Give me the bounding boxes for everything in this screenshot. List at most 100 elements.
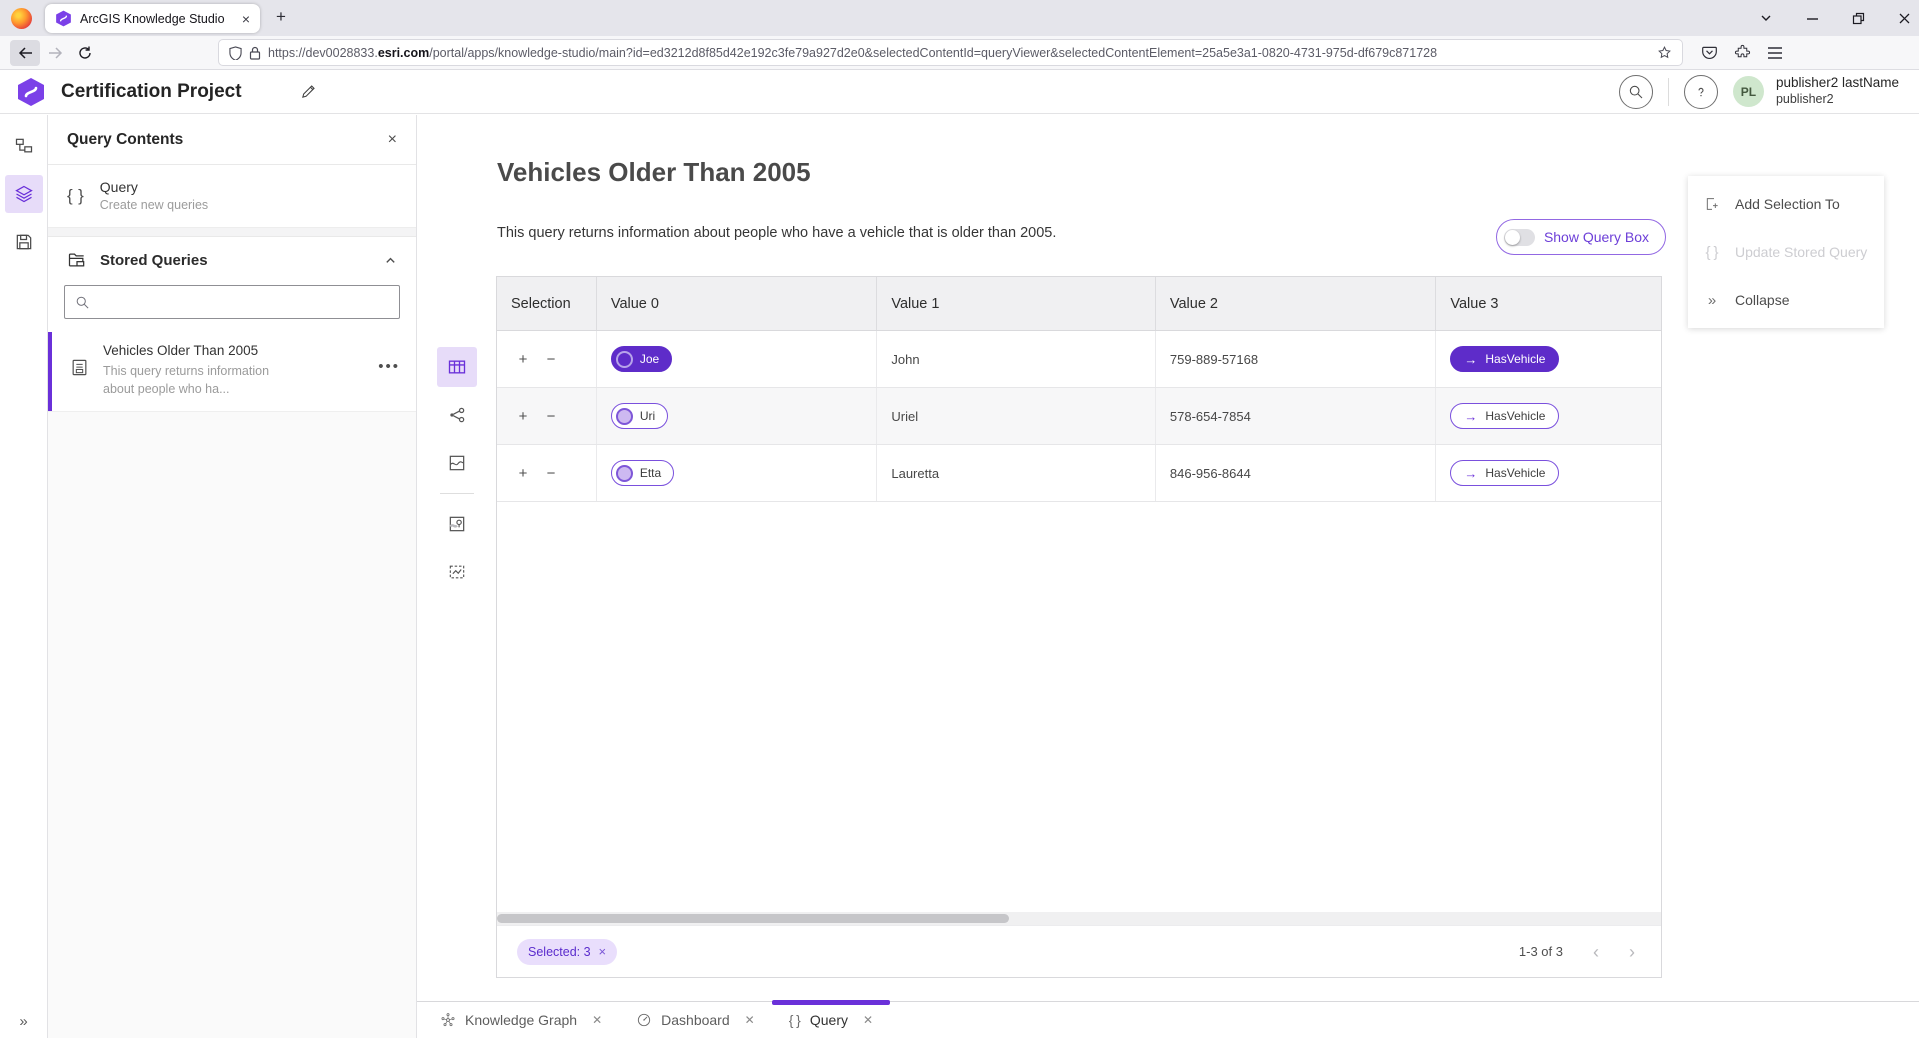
relationship-label: HasVehicle — [1485, 409, 1545, 423]
left-rail: » — [0, 115, 48, 1038]
column-header: Value 2 — [1156, 277, 1437, 330]
query-item-title: Query — [100, 179, 208, 195]
user-info[interactable]: publisher2 lastName publisher2 — [1776, 75, 1899, 108]
cell-value2: 846-956-8644 — [1156, 445, 1437, 501]
relationship-pill[interactable]: → HasVehicle — [1450, 403, 1559, 429]
column-header: Value 3 — [1436, 277, 1661, 330]
project-title: Certification Project — [61, 81, 242, 103]
menu-item-add-selection-to[interactable]: Add Selection To — [1688, 180, 1884, 228]
tab-dashboard[interactable]: Dashboard ✕ — [619, 1002, 772, 1038]
stored-queries-header[interactable]: Stored Queries — [48, 237, 416, 283]
back-button[interactable] — [10, 40, 40, 66]
table-row: +−JoeJohn759-889-57168→HasVehicle — [497, 331, 1661, 388]
tab-close-icon[interactable]: × — [242, 11, 250, 27]
user-username: publisher2 — [1776, 92, 1899, 108]
edit-title-pencil-icon[interactable] — [300, 83, 317, 100]
browser-tab[interactable]: ArcGIS Knowledge Studio × — [45, 4, 260, 33]
result-view-toolbar — [437, 347, 477, 600]
query-create-item[interactable]: { } Query Create new queries — [48, 165, 416, 228]
selection-tool-button[interactable] — [437, 552, 477, 592]
url-bar[interactable]: https://dev0028833.esri.com/portal/apps/… — [218, 39, 1683, 66]
entity-pill[interactable]: Joe — [611, 346, 672, 372]
show-query-box-label: Show Query Box — [1544, 229, 1649, 245]
query-results-table: SelectionValue 0Value 1Value 2Value 3 +−… — [496, 276, 1662, 978]
arrow-right-icon: → — [1464, 352, 1477, 367]
collapse-chevrons-icon: » — [1703, 292, 1721, 309]
browser-window: ArcGIS Knowledge Studio × + — [0, 0, 1919, 1038]
rail-expand-chevrons-icon[interactable]: » — [19, 1013, 27, 1030]
stored-query-options-ellipsis-icon[interactable]: ••• — [378, 358, 400, 375]
entity-pill[interactable]: Uri — [611, 403, 668, 429]
tab-knowledge-graph[interactable]: Knowledge Graph ✕ — [423, 1002, 619, 1038]
arrow-right-icon: → — [1464, 409, 1477, 424]
browser-toolbar: https://dev0028833.esri.com/portal/apps/… — [0, 36, 1919, 70]
window-minimize-button[interactable] — [1806, 12, 1819, 25]
new-tab-button[interactable]: + — [276, 7, 286, 27]
add-to-selection-button[interactable]: + — [515, 351, 531, 368]
rail-data-model-button[interactable] — [5, 127, 43, 165]
stored-queries-search-box[interactable] — [64, 285, 400, 319]
entity-avatar-icon — [616, 465, 633, 482]
stored-query-item[interactable]: Vehicles Older Than 2005 This query retu… — [48, 332, 416, 412]
lock-icon[interactable] — [249, 46, 261, 60]
user-name: publisher2 lastName — [1776, 75, 1899, 92]
tab-close-icon[interactable]: ✕ — [745, 1013, 755, 1027]
selection-context-menu: Add Selection To { } Update Stored Query… — [1688, 176, 1884, 328]
column-header: Selection — [497, 277, 597, 330]
rail-contents-layers-button[interactable] — [5, 175, 43, 213]
cell-selection: +− — [497, 445, 597, 501]
toggle-switch-icon — [1504, 229, 1535, 246]
bookmark-star-icon[interactable] — [1657, 45, 1672, 60]
braces-icon: { } — [789, 1012, 801, 1028]
list-tabs-chevron-icon[interactable] — [1759, 11, 1773, 25]
scrollbar-thumb[interactable] — [497, 914, 1009, 923]
query-viewer-main: Vehicles Older Than 2005 This query retu… — [417, 115, 1919, 1038]
clear-selection-icon[interactable]: × — [599, 944, 607, 959]
tab-close-icon[interactable]: ✕ — [863, 1013, 873, 1027]
next-page-chevron-icon[interactable]: › — [1629, 943, 1635, 961]
window-restore-button[interactable] — [1852, 12, 1865, 25]
table-view-button[interactable] — [437, 347, 477, 387]
map-view-button[interactable] — [437, 443, 477, 483]
knowledge-graph-icon — [440, 1012, 456, 1028]
tab-close-icon[interactable]: ✕ — [592, 1013, 602, 1027]
column-header: Value 1 — [877, 277, 1156, 330]
horizontal-scrollbar[interactable] — [497, 912, 1661, 925]
remove-from-selection-button[interactable]: − — [543, 351, 559, 368]
relationship-pill[interactable]: → HasVehicle — [1450, 346, 1559, 372]
table-header-row: SelectionValue 0Value 1Value 2Value 3 — [497, 277, 1661, 331]
panel-close-icon[interactable]: × — [388, 131, 397, 149]
rail-save-button[interactable] — [5, 223, 43, 261]
menu-item-update-stored-query[interactable]: { } Update Stored Query — [1688, 228, 1884, 276]
window-close-button[interactable] — [1898, 12, 1911, 25]
add-to-selection-button[interactable]: + — [515, 408, 531, 425]
selected-count-chip[interactable]: Selected: 3 × — [517, 939, 617, 965]
pocket-icon[interactable] — [1701, 44, 1718, 61]
relationship-label: HasVehicle — [1485, 352, 1545, 366]
stored-queries-search-input[interactable] — [99, 295, 389, 310]
add-to-map-button[interactable] — [437, 504, 477, 544]
cell-value0: Etta — [597, 445, 878, 501]
user-avatar[interactable]: PL — [1733, 76, 1764, 107]
previous-page-chevron-icon[interactable]: ‹ — [1593, 943, 1599, 961]
help-button[interactable] — [1684, 75, 1718, 109]
link-chart-view-button[interactable] — [437, 395, 477, 435]
shield-icon[interactable] — [229, 46, 242, 60]
relationship-pill[interactable]: →HasVehicle — [1450, 460, 1559, 486]
search-button[interactable] — [1619, 75, 1653, 109]
menu-hamburger-icon[interactable] — [1767, 46, 1783, 60]
show-query-box-toggle[interactable]: Show Query Box — [1496, 219, 1666, 255]
forward-button[interactable] — [40, 40, 70, 66]
chevron-up-icon[interactable] — [384, 254, 397, 267]
add-to-selection-button[interactable]: + — [515, 465, 531, 482]
arrow-right-icon: → — [1464, 466, 1477, 481]
remove-from-selection-button[interactable]: − — [543, 408, 559, 425]
table-footer: Selected: 3 × 1-3 of 3 ‹ › — [497, 925, 1661, 977]
menu-item-collapse[interactable]: » Collapse — [1688, 276, 1884, 324]
remove-from-selection-button[interactable]: − — [543, 465, 559, 482]
app-header: Certification Project PL publisher2 last… — [0, 70, 1919, 114]
tab-query[interactable]: { } Query ✕ — [772, 1002, 890, 1038]
entity-pill[interactable]: Etta — [611, 460, 674, 486]
extensions-puzzle-icon[interactable] — [1734, 44, 1751, 61]
reload-button[interactable] — [70, 40, 100, 66]
